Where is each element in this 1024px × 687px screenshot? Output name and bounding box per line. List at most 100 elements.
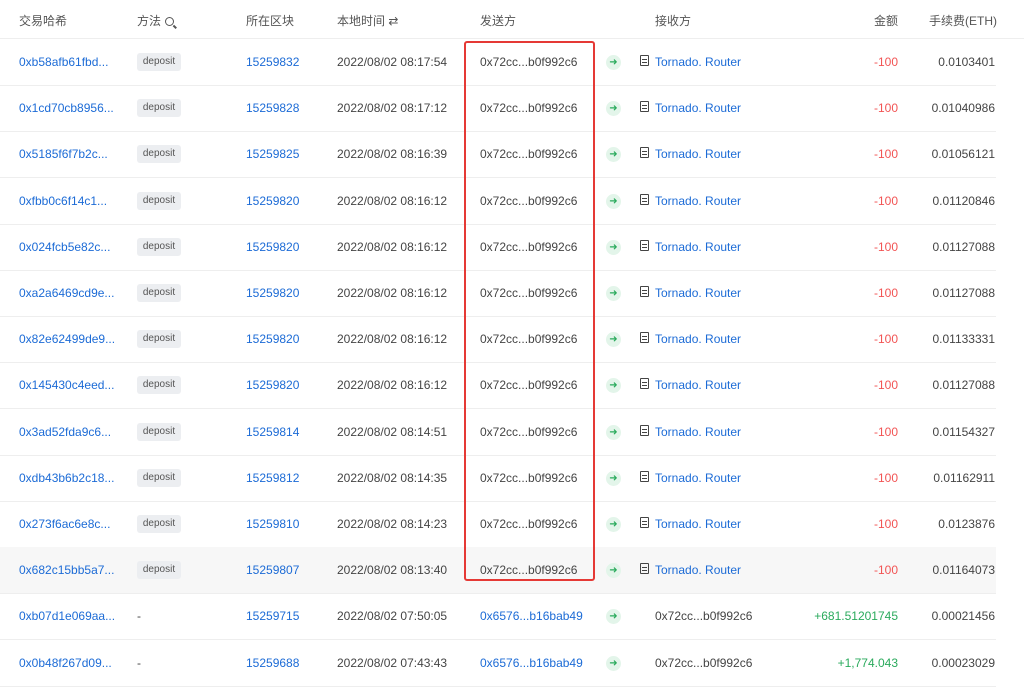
block-link[interactable]: 15259832 xyxy=(246,55,299,69)
method-badge: deposit xyxy=(137,237,181,256)
block-link[interactable]: 15259688 xyxy=(246,656,299,670)
block-link[interactable]: 15259825 xyxy=(246,147,299,161)
tx-hash-link[interactable]: 0x3ad52fda9c6... xyxy=(19,425,111,439)
table-row[interactable]: 0xdb43b6b2c18... deposit 15259812 2022/08/0… xyxy=(0,455,996,502)
contract-icon xyxy=(640,517,649,528)
block-link[interactable]: 15259814 xyxy=(246,425,299,439)
col-method[interactable]: 方法 xyxy=(137,12,175,29)
fee-value: 0.01162911 xyxy=(933,470,995,485)
contract-icon xyxy=(640,378,649,390)
tx-hash-link[interactable]: 0xdb43b6b2c18... xyxy=(19,471,114,485)
table-row[interactable]: 0xb07d1e069aa... - 15259715 2022/08/02 07:5… xyxy=(0,593,996,641)
col-local-time[interactable]: 本地时间 ⇄ xyxy=(337,12,398,29)
block-link[interactable]: 15259828 xyxy=(246,101,299,115)
contract-icon xyxy=(640,193,649,205)
block-link[interactable]: 15259820 xyxy=(246,378,299,392)
tx-hash-link[interactable]: 0xb58afb61fbd... xyxy=(19,55,108,69)
to-address[interactable]: Tornado. Router xyxy=(655,147,741,161)
method-badge: deposit xyxy=(137,376,181,395)
block-link[interactable]: 15259820 xyxy=(246,240,299,254)
table-row[interactable]: 0x145430c4eed... deposit 15259820 2022/08/0… xyxy=(0,362,996,410)
tx-hash-link[interactable]: 0x82e62499de9... xyxy=(19,332,115,346)
to-address[interactable]: Tornado. Router xyxy=(655,55,741,69)
table-row[interactable]: 0x273f6ac6e8c... deposit 15259810 2022/08/0… xyxy=(0,501,996,548)
contract-icon xyxy=(640,470,649,482)
amount-value: -100 xyxy=(873,378,898,393)
contract-icon xyxy=(640,239,649,251)
to-address[interactable]: Tornado. Router xyxy=(655,378,741,392)
tx-hash-link[interactable]: 0xa2a6469cd9e... xyxy=(19,286,114,300)
block-link[interactable]: 15259820 xyxy=(246,286,299,300)
local-time: 2022/08/02 08:14:51 xyxy=(337,424,448,439)
fee-value: 0.00021456 xyxy=(931,609,995,624)
method-badge: deposit xyxy=(137,191,181,210)
amount-value: -100 xyxy=(873,193,898,208)
fee-value: 0.01154327 xyxy=(932,424,995,439)
arrow-right-icon: ➜ xyxy=(606,655,621,671)
table-row[interactable]: 0x3ad52fda9c6... deposit 15259814 2022/08/0… xyxy=(0,409,996,456)
block-link[interactable]: 15259810 xyxy=(246,517,299,531)
to-address[interactable]: Tornado. Router xyxy=(655,286,741,300)
from-address: 0x72cc...b0f992c6 xyxy=(480,563,578,578)
fee-value: 0.0123876 xyxy=(938,517,995,531)
amount-value: -100 xyxy=(873,517,898,531)
from-address[interactable]: 0x6576...b16bab49 xyxy=(480,609,583,623)
to-address[interactable]: Tornado. Router xyxy=(655,563,741,577)
tx-hash-link[interactable]: 0xfbb0c6f14c1... xyxy=(19,194,107,208)
tx-hash-link[interactable]: 0xb07d1e069aa... xyxy=(19,609,115,623)
table-row[interactable]: 0x82e62499de9... deposit 15259820 2022/08/0… xyxy=(0,316,996,364)
table-row[interactable]: 0x1cd70cb8956... deposit 15259828 2022/08/0… xyxy=(0,85,996,133)
block-link[interactable]: 15259807 xyxy=(246,563,299,577)
block-link[interactable]: 15259820 xyxy=(246,332,299,346)
fee-value: 0.01040986 xyxy=(931,101,995,116)
table-row[interactable]: 0x5185f6f7b2c... deposit 15259825 2022/08/0… xyxy=(0,131,996,179)
fee-value: 0.01164073 xyxy=(932,563,995,578)
tx-hash-link[interactable]: 0x1cd70cb8956... xyxy=(19,101,114,115)
method-badge: deposit xyxy=(137,330,181,349)
local-time: 2022/08/02 08:16:12 xyxy=(337,332,448,347)
block-link[interactable]: 15259715 xyxy=(246,609,299,623)
table-row[interactable]: 0xa2a6469cd9e... deposit 15259820 2022/08/0… xyxy=(0,270,996,317)
arrow-right-icon: ➜ xyxy=(606,378,621,394)
to-address[interactable]: Tornado. Router xyxy=(655,240,741,254)
from-address: 0x72cc...b0f992c6 xyxy=(480,517,578,531)
block-link[interactable]: 15259812 xyxy=(246,471,299,485)
to-address[interactable]: Tornado. Router xyxy=(655,194,741,208)
from-address[interactable]: 0x6576...b16bab49 xyxy=(480,656,583,670)
tx-hash-link[interactable]: 0x024fcb5e82c... xyxy=(19,240,110,254)
arrow-right-icon: ➜ xyxy=(606,147,621,163)
local-time: 2022/08/02 08:16:12 xyxy=(337,286,448,300)
to-address[interactable]: Tornado. Router xyxy=(655,471,741,485)
to-address[interactable]: Tornado. Router xyxy=(655,517,741,531)
from-address: 0x72cc...b0f992c6 xyxy=(480,101,578,116)
tx-hash-link[interactable]: 0x682c15bb5a7... xyxy=(19,563,114,577)
to-address[interactable]: Tornado. Router xyxy=(655,332,741,346)
method-badge: deposit xyxy=(137,53,181,71)
tx-hash-link[interactable]: 0x273f6ac6e8c... xyxy=(19,517,110,531)
col-amount: 金额 xyxy=(874,14,899,28)
block-link[interactable]: 15259820 xyxy=(246,194,299,208)
table-row[interactable]: 0x682c15bb5a7... deposit 15259807 2022/08/0… xyxy=(0,547,996,595)
from-address: 0x72cc...b0f992c6 xyxy=(480,239,578,254)
table-row[interactable]: 0x0b48f267d09... - 15259688 2022/08/02 07:4… xyxy=(0,640,996,687)
arrow-right-icon: ➜ xyxy=(606,424,621,440)
tx-hash-link[interactable]: 0x145430c4eed... xyxy=(19,378,114,392)
method-badge: deposit xyxy=(137,561,181,580)
swap-icon[interactable]: ⇄ xyxy=(388,14,398,28)
amount-value: +681.51201745 xyxy=(814,609,898,624)
tx-hash-link[interactable]: 0x0b48f267d09... xyxy=(19,656,112,670)
table-row[interactable]: 0x024fcb5e82c... deposit 15259820 2022/08/0… xyxy=(0,224,996,271)
search-icon[interactable] xyxy=(165,17,175,26)
arrow-right-icon: ➜ xyxy=(606,193,621,209)
amount-value: -100 xyxy=(873,470,898,485)
to-address[interactable]: Tornado. Router xyxy=(655,101,741,115)
amount-value: -100 xyxy=(873,239,898,254)
col-block: 所在区块 xyxy=(246,14,295,28)
table-row[interactable]: 0xb58afb61fbd... deposit 15259832 2022/08/0… xyxy=(0,39,996,86)
table-row[interactable]: 0xfbb0c6f14c1... deposit 15259820 2022/08/0… xyxy=(0,178,996,225)
arrow-right-icon: ➜ xyxy=(606,101,621,117)
arrow-right-icon: ➜ xyxy=(606,470,621,486)
from-address: 0x72cc...b0f992c6 xyxy=(480,470,578,485)
to-address[interactable]: Tornado. Router xyxy=(655,425,741,439)
tx-hash-link[interactable]: 0x5185f6f7b2c... xyxy=(19,147,108,161)
